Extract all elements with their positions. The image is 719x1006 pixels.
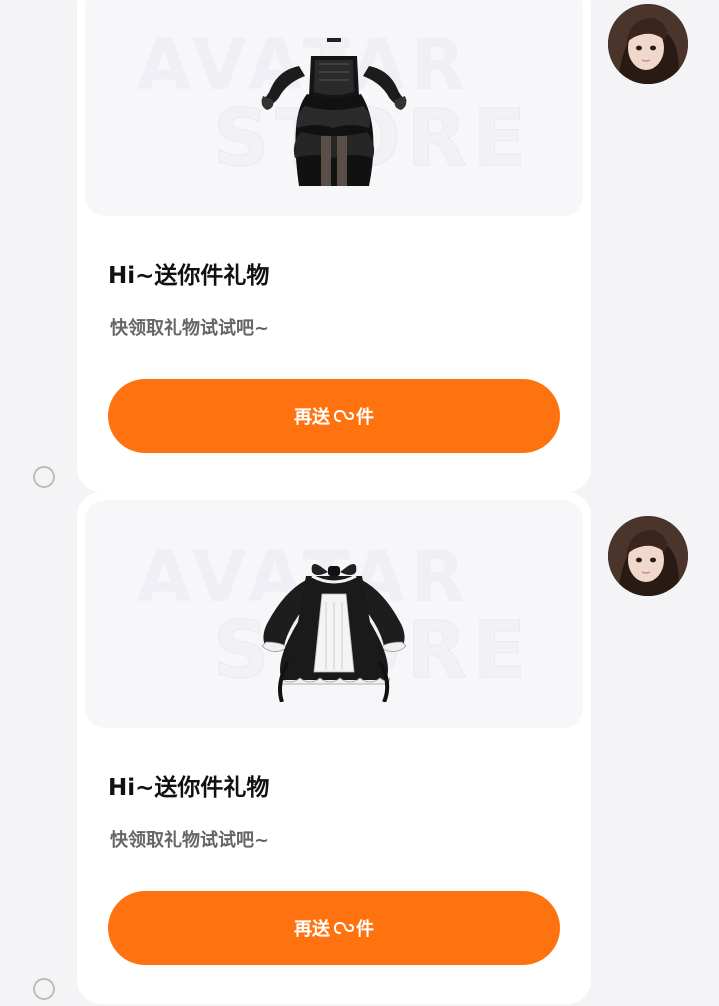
gift-title: Hi~送你件礼物 xyxy=(108,263,270,289)
user-avatar[interactable] xyxy=(608,4,688,84)
send-another-button[interactable]: 再送 件 xyxy=(108,891,560,965)
gift-link-icon xyxy=(332,921,354,935)
send-another-suffix: 件 xyxy=(356,919,374,940)
gift-image-area: AVATAR STORE xyxy=(85,0,583,216)
send-another-prefix: 再送 xyxy=(294,919,330,940)
send-another-prefix: 再送 xyxy=(294,407,330,428)
lolita-dress-image xyxy=(261,564,407,702)
gothic-dress-image xyxy=(261,38,407,186)
gift-message: AVATAR STORE xyxy=(0,492,719,1004)
gift-link-icon xyxy=(332,409,354,423)
select-checkbox[interactable] xyxy=(33,466,55,488)
gift-card[interactable]: AVATAR STORE xyxy=(77,0,591,492)
gift-message: AVATAR STORE xyxy=(0,0,719,492)
gift-card[interactable]: AVATAR STORE xyxy=(77,492,591,1004)
user-avatar[interactable] xyxy=(608,516,688,596)
gift-subtitle: 快领取礼物试试吧~ xyxy=(110,318,270,339)
send-another-button[interactable]: 再送 件 xyxy=(108,379,560,453)
gift-image-area: AVATAR STORE xyxy=(85,500,583,728)
select-checkbox[interactable] xyxy=(33,978,55,1000)
gift-subtitle: 快领取礼物试试吧~ xyxy=(110,830,270,851)
send-another-suffix: 件 xyxy=(356,407,374,428)
gift-title: Hi~送你件礼物 xyxy=(108,775,270,801)
